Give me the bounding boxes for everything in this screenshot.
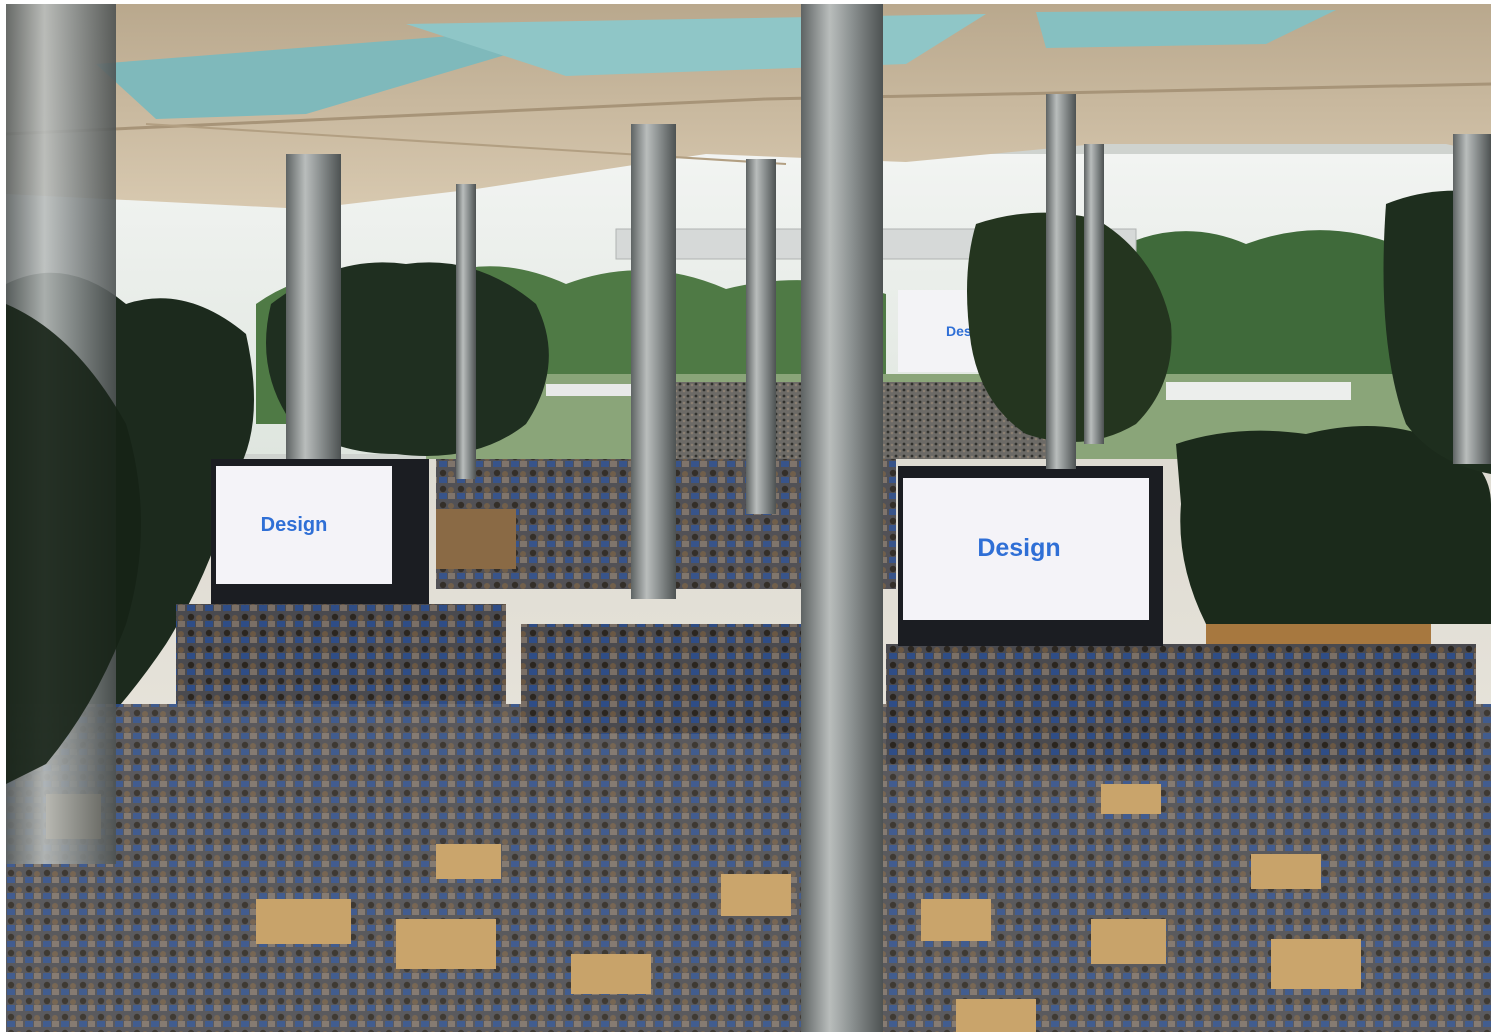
column-right-2 bbox=[1084, 144, 1104, 444]
column-left-2 bbox=[456, 184, 476, 479]
event-photo: Desi Design Design bbox=[6, 4, 1491, 1032]
column-mid bbox=[746, 159, 776, 514]
column-main bbox=[801, 4, 883, 1032]
column-left bbox=[286, 154, 341, 459]
left-screen-label: Design bbox=[261, 514, 328, 536]
center-screen-label: Design bbox=[977, 534, 1060, 562]
column-right bbox=[1046, 94, 1076, 469]
column-far-right bbox=[1453, 134, 1491, 464]
center-screen: Design bbox=[898, 466, 1163, 646]
stage-desk bbox=[436, 509, 516, 569]
outdoor-canopy-right bbox=[1166, 382, 1351, 400]
column-mid-left bbox=[631, 124, 676, 599]
event-scene: Desi Design Design bbox=[6, 4, 1491, 1032]
audience-left bbox=[176, 604, 506, 704]
cafeteria-tables bbox=[6, 704, 1491, 1032]
left-screen: Design bbox=[211, 459, 429, 604]
